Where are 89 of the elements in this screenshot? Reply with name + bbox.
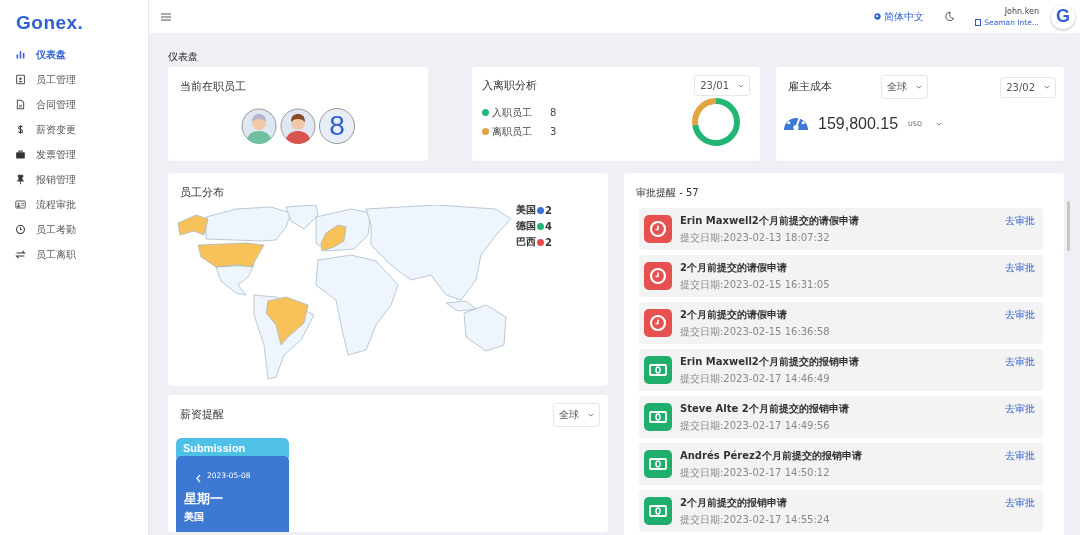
approval-date: 提交日期:2023-02-17 14:46:49 [680, 371, 831, 386]
approval-date: 提交日期:2023-02-15 16:31:05 [680, 277, 831, 292]
clock-icon [644, 309, 672, 337]
approval-date: 提交日期:2023-02-17 14:55:24 [680, 512, 831, 527]
approval-title: Erin Maxwell2个月前提交的报销申请 [680, 354, 860, 369]
card-title: 员工分布 [180, 186, 224, 198]
clock-icon [644, 262, 672, 290]
building-icon [975, 18, 982, 26]
briefcase-icon [15, 149, 26, 160]
legend-label: 离职员工 [492, 124, 533, 139]
employee-count: 8 [319, 108, 355, 144]
approval-date: 提交日期:2023-02-15 16:36:58 [680, 324, 831, 339]
approval-title: 2个月前提交的请假申请 [680, 260, 788, 275]
arrows-icon [15, 249, 26, 260]
approval-date: 提交日期:2023-02-17 14:50:12 [680, 465, 831, 480]
legend-label: 巴西 [516, 235, 537, 249]
caret-icon [935, 122, 942, 126]
id-card-icon [15, 74, 26, 85]
card-title: 审批提醒 - 57 [636, 187, 699, 198]
clock-icon [15, 224, 26, 235]
legend-label: 美国 [516, 203, 537, 217]
approval-date: 提交日期:2023-02-17 14:49:56 [680, 418, 831, 433]
caret-icon [738, 83, 744, 88]
language-link[interactable]: 简体中文 [874, 9, 925, 24]
dollar-icon [15, 124, 26, 135]
sidebar-item[interactable]: 合同管理 [0, 92, 148, 117]
sidebar-item[interactable]: 员工管理 [0, 67, 148, 92]
approve-link[interactable]: 去审批 [1005, 214, 1035, 228]
approve-link[interactable]: 去审批 [1005, 355, 1035, 369]
legend-value: 8 [550, 107, 557, 118]
legend-label: 入职员工 [492, 105, 533, 120]
caret-icon [916, 85, 923, 89]
contact-card-icon [15, 199, 26, 210]
legend-value: 4 [545, 220, 552, 232]
card-title: 薪资提醒 [180, 408, 224, 422]
gauge-icon [784, 117, 808, 131]
card-title: 雇主成本 [787, 80, 833, 94]
sidebar-item[interactable]: 流程审批 [0, 192, 148, 217]
banknote-icon [644, 356, 672, 384]
card-title: 入离职分析 [482, 78, 537, 93]
caret-icon [588, 413, 594, 417]
approve-link[interactable]: 去审批 [1005, 261, 1035, 275]
approval-title: Steve Alte 2个月前提交的报销申请 [680, 401, 850, 416]
sidebar-item[interactable]: 员工考勤 [0, 217, 148, 242]
avatar-icon [241, 108, 277, 144]
clock-icon [644, 215, 672, 243]
approve-link[interactable]: 去审批 [1005, 308, 1035, 322]
calendar-weekday: 星期一 [184, 490, 223, 508]
caret-icon [1044, 85, 1050, 89]
banknote-icon [644, 497, 672, 525]
approval-title: Andrés Pérez2个月前提交的报销申请 [680, 448, 863, 463]
approval-title: Erin Maxwell2个月前提交的请假申请 [680, 213, 860, 228]
dropdown[interactable]: 全球 [881, 75, 929, 99]
user-name: John.ken [1004, 6, 1039, 16]
dropdown[interactable]: 23/01 [694, 75, 750, 96]
approval-title: 2个月前提交的请假申请 [680, 307, 788, 322]
dropdown[interactable]: 全球 [553, 403, 600, 427]
sidebar-item[interactable]: 发票管理 [0, 142, 148, 167]
pin-icon [15, 174, 26, 185]
avatar-icon [280, 108, 316, 144]
legend-value: 2 [545, 204, 552, 216]
bar-chart-icon [15, 49, 26, 60]
banknote-icon [644, 450, 672, 478]
sidebar-item[interactable]: 员工离职 [0, 242, 148, 267]
approve-link[interactable]: 去审批 [1005, 402, 1035, 416]
legend-value: 3 [550, 126, 557, 137]
approve-link[interactable]: 去审批 [1005, 449, 1035, 463]
user-avatar[interactable]: G [1051, 4, 1075, 29]
page-title: 仪表盘 [168, 50, 198, 64]
chevron-left-icon[interactable] [196, 474, 201, 483]
calendar-header: Submission [176, 438, 289, 458]
calendar-country: 美国 [184, 510, 205, 524]
approval-date: 提交日期:2023-02-13 18:07:32 [680, 230, 831, 245]
dropdown[interactable]: 23/02 [1000, 76, 1056, 98]
card-title: 当前在职员工 [180, 80, 246, 92]
sidebar-item[interactable]: 仪表盘 [0, 42, 148, 67]
document-icon [15, 99, 26, 110]
banknote-icon [644, 403, 672, 431]
approve-link[interactable]: 去审批 [1005, 496, 1035, 510]
legend-value: 2 [545, 236, 552, 248]
brand-logo[interactable]: Gonex. [16, 12, 148, 34]
menu-icon[interactable] [161, 12, 171, 21]
approval-title: 2个月前提交的报销申请 [680, 495, 788, 510]
legend-label: 德国 [516, 219, 537, 233]
cost-amount: 159,800.15 [818, 115, 899, 133]
moon-icon[interactable] [944, 11, 956, 22]
scrollbar[interactable] [1067, 201, 1070, 251]
sidebar-item[interactable]: 报销管理 [0, 167, 148, 192]
sidebar-item[interactable]: 薪资变更 [0, 117, 148, 142]
